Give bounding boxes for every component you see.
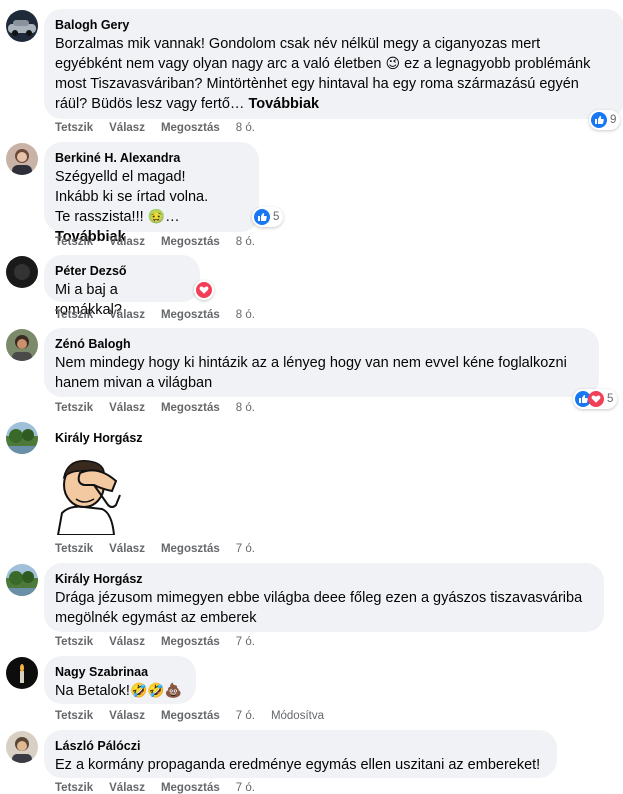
timestamp[interactable]: 8 ó. (236, 309, 255, 321)
reaction-count[interactable]: 5 (252, 207, 284, 227)
share-button[interactable]: Megosztás (161, 309, 220, 321)
timestamp[interactable]: 7 ó. (236, 636, 255, 648)
reply-button[interactable]: Válasz (109, 782, 145, 794)
comment-actions: Tetszik Válasz Megosztás 7 ó. (55, 782, 271, 794)
share-button[interactable]: Megosztás (161, 402, 220, 414)
avatar[interactable] (6, 731, 38, 763)
avatar[interactable] (6, 10, 38, 42)
share-button[interactable]: Megosztás (161, 543, 220, 555)
comment-bubble: László Pálóczi Ez a kormány propaganda e… (44, 730, 557, 778)
poop-emoji-icon: 💩 (164, 682, 183, 698)
comment-actions: Tetszik Válasz Megosztás 7 ó. Módosítva (55, 710, 340, 722)
avatar[interactable] (6, 657, 38, 689)
comment-author[interactable]: Zénó Balogh (55, 336, 587, 352)
comment-bubble: Király Horgász Drága jézusom mimegyen eb… (44, 563, 604, 632)
timestamp[interactable]: 8 ó. (236, 122, 255, 134)
avatar[interactable] (6, 564, 38, 596)
reply-button[interactable]: Válasz (109, 636, 145, 648)
dark-photo-icon (6, 256, 38, 288)
comment-text: Borzalmas mik vannak! Gondolom csak név … (55, 36, 591, 112)
reply-button[interactable]: Válasz (109, 543, 145, 555)
reply-button[interactable]: Válasz (109, 710, 145, 722)
comment-actions: Tetszik Válasz Megosztás 7 ó. (55, 543, 271, 555)
timestamp[interactable]: 8 ó. (236, 402, 255, 414)
like-button[interactable]: Tetszik (55, 710, 93, 722)
wink-emoji-icon: 😉 (385, 55, 401, 71)
reaction-count[interactable] (194, 280, 214, 300)
nauseated-emoji-icon: 🤢 (147, 208, 166, 224)
timestamp[interactable]: 7 ó. (236, 710, 255, 722)
timestamp[interactable]: 7 ó. (236, 782, 255, 794)
reaction-count[interactable]: 9 (589, 110, 621, 130)
comment-actions: Tetszik Válasz Megosztás 8 ó. (55, 402, 271, 414)
see-more-link[interactable]: Továbbiak (248, 96, 319, 112)
avatar[interactable] (6, 256, 38, 288)
comment-bubble: Balogh Gery Borzalmas mik vannak! Gondol… (44, 9, 623, 119)
love-reaction-icon (196, 282, 212, 298)
comment-author[interactable]: Nagy Szabrinaa (55, 664, 184, 680)
landscape-photo-icon (6, 564, 38, 596)
comment-author[interactable]: László Pálóczi (55, 738, 545, 754)
reply-button[interactable]: Válasz (109, 236, 145, 248)
comment-author[interactable]: Király Horgász (55, 430, 143, 446)
share-button[interactable]: Megosztás (161, 236, 220, 248)
comment-author[interactable]: Király Horgász (55, 571, 592, 587)
avatar[interactable] (6, 329, 38, 361)
like-button[interactable]: Tetszik (55, 309, 93, 321)
reaction-count[interactable]: 5 (573, 389, 618, 409)
reply-button[interactable]: Válasz (109, 122, 145, 134)
timestamp[interactable]: 7 ó. (236, 543, 255, 555)
like-button[interactable]: Tetszik (55, 543, 93, 555)
facepalm-sticker-icon (56, 460, 121, 536)
comment-bubble: Péter Dezső Mi a baj a romákkal? (44, 255, 200, 318)
comment-actions: Tetszik Válasz Megosztás 8 ó. (55, 309, 271, 321)
timestamp[interactable]: 8 ó. (236, 236, 255, 248)
comment-text: Na Betalok!🤣🤣💩 (55, 682, 183, 699)
comment-actions: Tetszik Válasz Megosztás 8 ó. (55, 122, 271, 134)
comment-text: Ez a kormány propaganda eredménye egymás… (55, 757, 541, 773)
laughing-emoji-icon: 🤣 (129, 682, 148, 698)
avatar[interactable] (6, 143, 38, 175)
share-button[interactable]: Megosztás (161, 782, 220, 794)
avatar[interactable] (6, 422, 38, 454)
candle-photo-icon (6, 657, 38, 689)
like-button[interactable]: Tetszik (55, 236, 93, 248)
comment-actions: Tetszik Válasz Megosztás 8 ó. (55, 236, 271, 248)
comment-author[interactable]: Péter Dezső (55, 263, 188, 279)
comment-bubble: Nagy Szabrinaa Na Betalok!🤣🤣💩 (44, 656, 196, 704)
like-button[interactable]: Tetszik (55, 402, 93, 414)
reply-button[interactable]: Válasz (109, 309, 145, 321)
comment-bubble: Zénó Balogh Nem mindegy hogy ki hintázik… (44, 328, 599, 397)
comment-actions: Tetszik Válasz Megosztás 7 ó. (55, 636, 271, 648)
person-photo-icon (6, 143, 38, 175)
comment-author[interactable]: Balogh Gery (55, 17, 612, 33)
love-reaction-icon (588, 391, 604, 407)
comment-bubble: Berkiné H. Alexandra Szégyelld el magad!… (44, 142, 259, 245)
comment-author[interactable]: Berkiné H. Alexandra (55, 150, 247, 166)
comment-text: Nem mindegy hogy ki hintázik az a lényeg… (55, 355, 567, 391)
like-reaction-icon (254, 209, 270, 225)
like-reaction-icon (591, 112, 607, 128)
like-button[interactable]: Tetszik (55, 636, 93, 648)
facepalm-sticker[interactable] (50, 455, 128, 536)
landscape-photo-icon (6, 422, 38, 454)
like-button[interactable]: Tetszik (55, 122, 93, 134)
share-button[interactable]: Megosztás (161, 122, 220, 134)
share-button[interactable]: Megosztás (161, 710, 220, 722)
laughing-emoji-icon: 🤣 (147, 682, 165, 698)
share-button[interactable]: Megosztás (161, 636, 220, 648)
comment-text: Szégyelld el magad! Inkább ki se írtad v… (55, 169, 209, 245)
person-photo-icon (6, 329, 38, 361)
edited-label: Módosítva (270, 710, 324, 722)
comment-text: Drága jézusom mimegyen ebbe világba deee… (55, 590, 583, 626)
like-button[interactable]: Tetszik (55, 782, 93, 794)
car-photo-icon (6, 10, 38, 42)
reply-button[interactable]: Válasz (109, 402, 145, 414)
person-photo-icon (6, 731, 38, 763)
